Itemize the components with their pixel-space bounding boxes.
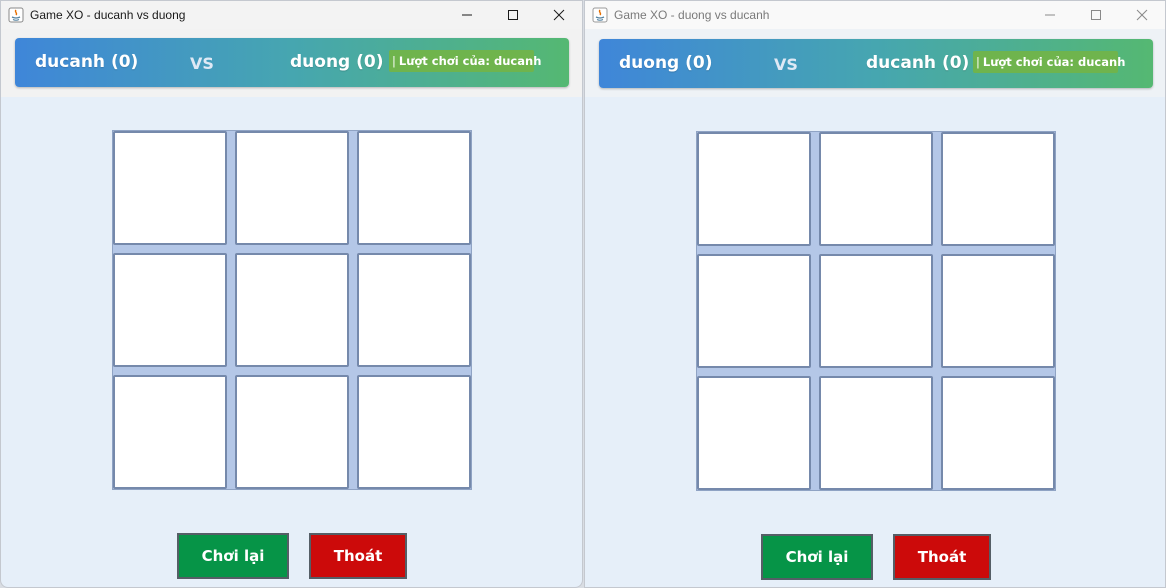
- game-board: [112, 130, 472, 490]
- board-cell-4[interactable]: [235, 253, 349, 367]
- maximize-button[interactable]: [490, 1, 536, 29]
- player1-score: ducanh (0): [35, 52, 139, 72]
- turn-label: Lượt chơi của: ducanh: [398, 54, 542, 68]
- minimize-icon: [462, 14, 472, 16]
- maximize-button[interactable]: [1073, 1, 1119, 29]
- player1-score: duong (0): [619, 53, 713, 73]
- board-cell-8[interactable]: [357, 375, 471, 489]
- board-cell-5[interactable]: [357, 253, 471, 367]
- minimize-button[interactable]: [1027, 1, 1073, 29]
- board-cell-4[interactable]: [819, 254, 933, 368]
- close-icon: [553, 9, 565, 21]
- turn-separator: |: [392, 54, 396, 68]
- minimize-icon: [1045, 14, 1055, 16]
- vs-label: VS: [190, 54, 214, 73]
- scoreboard: ducanh (0) VS duong (0) | Lượt chơi của: …: [15, 38, 569, 87]
- board-cell-2[interactable]: [941, 132, 1055, 246]
- game-window-ducanh: Game XO - ducanh vs duong ducanh (0) VS …: [0, 0, 583, 588]
- turn-label: Lượt chơi của: ducanh: [982, 55, 1126, 69]
- board-cell-3[interactable]: [697, 254, 811, 368]
- java-app-icon: [592, 7, 608, 23]
- close-button[interactable]: [536, 1, 582, 29]
- window-controls: [444, 1, 582, 29]
- vs-label: VS: [774, 55, 798, 74]
- minimize-button[interactable]: [444, 1, 490, 29]
- board-cell-6[interactable]: [697, 376, 811, 490]
- window-controls: [1027, 1, 1165, 29]
- board-cell-0[interactable]: [697, 132, 811, 246]
- desktop: Game XO - ducanh vs duong ducanh (0) VS …: [0, 0, 1166, 588]
- board-cell-1[interactable]: [235, 131, 349, 245]
- scoreboard: duong (0) VS ducanh (0) | Lượt chơi của: …: [599, 39, 1153, 88]
- close-icon: [1136, 9, 1148, 21]
- game-board: [696, 131, 1056, 491]
- board-cell-7[interactable]: [819, 376, 933, 490]
- turn-indicator: | Lượt chơi của: ducanh: [389, 50, 541, 72]
- close-button[interactable]: [1119, 1, 1165, 29]
- board-cell-5[interactable]: [941, 254, 1055, 368]
- maximize-icon: [508, 10, 518, 20]
- turn-indicator: | Lượt chơi của: ducanh: [973, 51, 1125, 73]
- quit-button[interactable]: Thoát: [893, 534, 991, 580]
- quit-button[interactable]: Thoát: [309, 533, 407, 579]
- game-window-duong: Game XO - duong vs ducanh duong (0) VS d…: [584, 0, 1166, 588]
- replay-button[interactable]: Chơi lại: [761, 534, 873, 580]
- replay-button[interactable]: Chơi lại: [177, 533, 289, 579]
- board-cell-3[interactable]: [113, 253, 227, 367]
- title-bar[interactable]: Game XO - duong vs ducanh: [585, 1, 1165, 29]
- title-bar[interactable]: Game XO - ducanh vs duong: [1, 1, 582, 29]
- turn-separator: |: [976, 55, 980, 69]
- board-cell-0[interactable]: [113, 131, 227, 245]
- board-cell-8[interactable]: [941, 376, 1055, 490]
- board-cell-1[interactable]: [819, 132, 933, 246]
- java-app-icon: [8, 7, 24, 23]
- player2-score: duong (0): [290, 52, 384, 72]
- window-title: Game XO - duong vs ducanh: [614, 8, 770, 22]
- window-title: Game XO - ducanh vs duong: [30, 8, 186, 22]
- board-cell-6[interactable]: [113, 375, 227, 489]
- board-cell-2[interactable]: [357, 131, 471, 245]
- maximize-icon: [1091, 10, 1101, 20]
- board-cell-7[interactable]: [235, 375, 349, 489]
- player2-score: ducanh (0): [866, 53, 970, 73]
